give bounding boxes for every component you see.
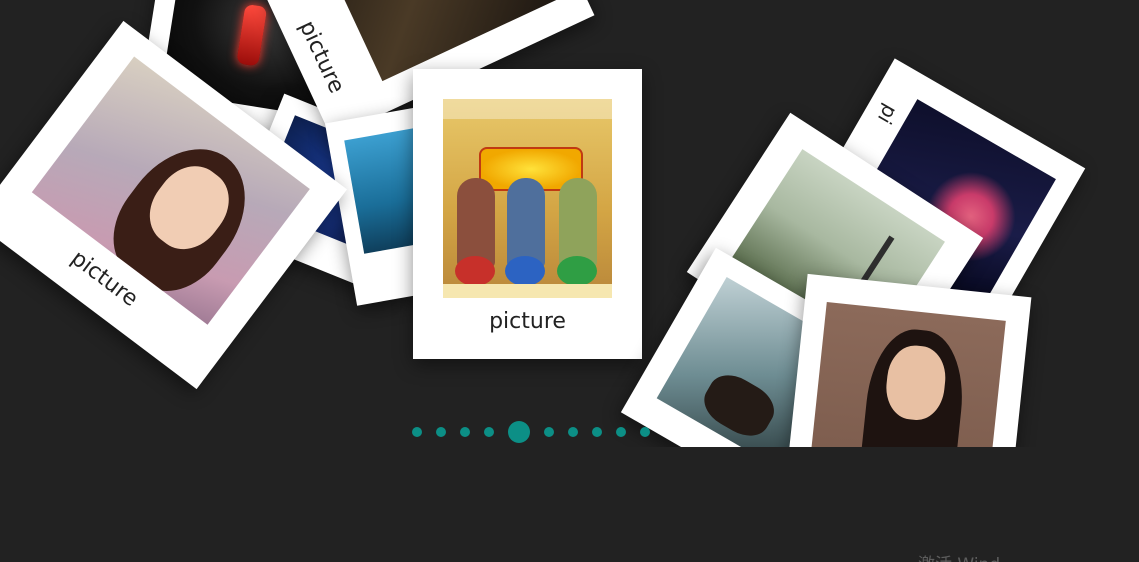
activation-watermark: 激活 Wind [918, 550, 1000, 562]
gallery-bottom-mask [0, 447, 1139, 562]
poster-ball-1 [455, 256, 495, 286]
photo-caption: picture [489, 309, 566, 334]
pagination-dot[interactable] [412, 427, 422, 437]
pagination-dots [412, 420, 650, 444]
pagination-dot[interactable] [640, 427, 650, 437]
pagination-dot[interactable] [568, 427, 578, 437]
pagination-dot[interactable] [484, 427, 494, 437]
pagination-dot[interactable] [436, 427, 446, 437]
pagination-dot[interactable] [460, 427, 470, 437]
photo-gallery: picture picture picture pi [0, 0, 1139, 562]
photo-poster [443, 99, 612, 298]
poster-ball-2 [505, 256, 545, 286]
pagination-dot[interactable] [616, 427, 626, 437]
pagination-dot-active[interactable] [508, 421, 530, 443]
photo-card-poster[interactable]: picture [413, 69, 642, 359]
pagination-dot[interactable] [592, 427, 602, 437]
poster-bottom-strip [443, 284, 612, 298]
pagination-dot[interactable] [544, 427, 554, 437]
poster-header-strip [443, 99, 612, 119]
poster-person-1 [457, 178, 495, 268]
poster-person-2 [507, 178, 545, 268]
poster-person-3 [559, 178, 597, 268]
poster-ball-3 [557, 256, 597, 286]
